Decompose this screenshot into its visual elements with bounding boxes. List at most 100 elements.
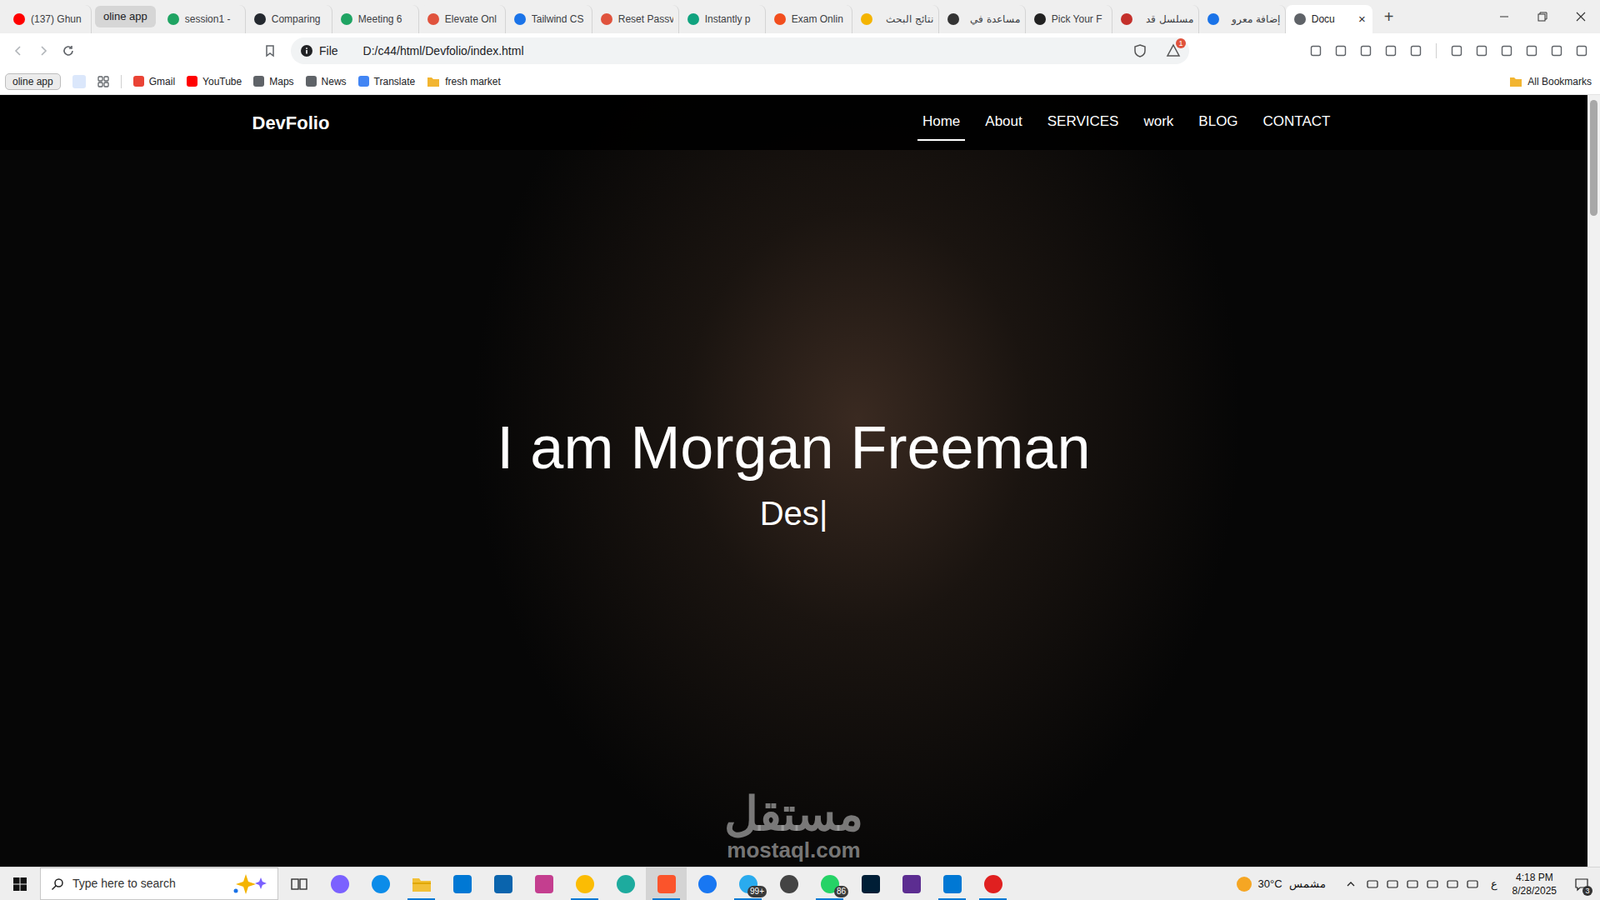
- taskbar-app[interactable]: [482, 867, 524, 900]
- show-hidden-icons-icon[interactable]: [1342, 879, 1360, 890]
- clock[interactable]: 4:18 PM8/28/2025: [1509, 870, 1560, 898]
- app-icon: [656, 874, 677, 895]
- taskbar-app[interactable]: [931, 867, 973, 900]
- bookmark-item[interactable]: Gmail: [133, 74, 175, 90]
- taskbar-app[interactable]: [605, 867, 646, 900]
- extension-icon[interactable]: [1354, 39, 1378, 63]
- network-icon[interactable]: [1385, 878, 1400, 890]
- brand-logo[interactable]: DevFolio: [252, 109, 330, 137]
- bookmark-item[interactable]: fresh market: [426, 74, 501, 90]
- browser-tab[interactable]: Elevate Onl: [419, 5, 506, 34]
- taskbar-app[interactable]: [523, 867, 565, 900]
- taskbar-app[interactable]: [360, 867, 401, 900]
- browser-tab[interactable]: Pick Your F: [1025, 5, 1113, 34]
- scrollbar-thumb[interactable]: [1590, 100, 1598, 216]
- bookmark-item[interactable]: Translate: [358, 74, 416, 90]
- favicon-icon: [860, 13, 873, 25]
- browser-tab[interactable]: Reset Passv: [592, 5, 680, 34]
- browser-tab[interactable]: إضافة معرو: [1199, 5, 1286, 34]
- wifi-icon[interactable]: [1425, 878, 1440, 890]
- start-windows-icon[interactable]: [0, 867, 40, 900]
- browser-tab[interactable]: (137) Ghun: [5, 5, 92, 34]
- tab-label: Meeting 6: [358, 11, 414, 27]
- forward-arrow-icon[interactable]: [31, 39, 55, 63]
- back-arrow-icon[interactable]: [6, 39, 30, 63]
- nav-link[interactable]: CONTACT: [1258, 104, 1336, 141]
- weather-temperature[interactable]: 30°C: [1258, 875, 1283, 893]
- app-badge: 99+: [747, 885, 767, 898]
- extension-icon[interactable]: [1329, 39, 1353, 63]
- notification-center-button[interactable]: 3: [1566, 867, 1597, 900]
- extension-icon[interactable]: [1495, 39, 1519, 63]
- bookmark-icon[interactable]: [258, 39, 282, 63]
- input-language[interactable]: ع: [1485, 875, 1503, 893]
- onedrive-icon[interactable]: [1405, 878, 1420, 890]
- bookmark-app-icon[interactable]: [72, 75, 86, 89]
- search-placeholder: Type here to search: [72, 875, 176, 893]
- hero-subtitle: Des|: [760, 495, 829, 532]
- browser-tab[interactable]: session1 -: [159, 5, 246, 34]
- browser-tab[interactable]: مسلسل قد: [1112, 5, 1200, 34]
- taskbar-app[interactable]: [441, 867, 483, 900]
- extension-icon[interactable]: [1404, 39, 1428, 63]
- address-bar[interactable]: FileD:/c44/html/Devfolio/index.html1: [290, 37, 1190, 65]
- browser-tab[interactable]: Exam Onlin: [765, 5, 853, 34]
- apps-grid-icon[interactable]: [97, 75, 110, 88]
- taskbar-app[interactable]: [972, 867, 1014, 900]
- taskbar-app[interactable]: [850, 867, 891, 900]
- nav-link[interactable]: SERVICES: [1042, 104, 1125, 141]
- extension-icon[interactable]: [1470, 39, 1494, 63]
- minimize-icon[interactable]: [1485, 0, 1524, 34]
- restore-icon[interactable]: [1523, 0, 1562, 34]
- extension-icon[interactable]: [1379, 39, 1403, 63]
- device-icon[interactable]: [1445, 878, 1460, 890]
- info-icon[interactable]: [300, 45, 313, 57]
- taskbar-app[interactable]: [645, 867, 687, 900]
- extension-icon[interactable]: [1545, 39, 1569, 63]
- tab-close-button[interactable]: ×: [1356, 10, 1368, 30]
- taskbar-app[interactable]: [890, 867, 932, 900]
- reload-icon[interactable]: [56, 39, 80, 63]
- taskbar-search[interactable]: Type here to search: [40, 867, 279, 900]
- scrollbar[interactable]: [1587, 95, 1600, 867]
- bookmark-item[interactable]: News: [305, 74, 347, 90]
- bookmark-item[interactable]: Maps: [253, 74, 294, 90]
- address-url[interactable]: D:/c44/html/Devfolio/index.html: [363, 42, 525, 60]
- extension-icon[interactable]: [1304, 39, 1328, 63]
- app-icon: [901, 874, 922, 895]
- taskbar-app[interactable]: [686, 867, 728, 900]
- battery-icon[interactable]: [1365, 878, 1380, 890]
- taskbar-app[interactable]: [400, 867, 442, 900]
- browser-tab[interactable]: Instantly p: [679, 5, 766, 34]
- new-tab-button[interactable]: +: [1372, 4, 1406, 30]
- weather-sun-icon[interactable]: [1236, 876, 1252, 892]
- bookmark-group[interactable]: oline app: [5, 73, 61, 90]
- volume-icon[interactable]: [1465, 878, 1480, 890]
- extension-icon[interactable]: [1445, 39, 1469, 63]
- browser-tab[interactable]: Comparing: [245, 5, 333, 34]
- taskbar-app[interactable]: [319, 867, 360, 900]
- all-bookmarks-button[interactable]: All Bookmarks: [1509, 74, 1592, 90]
- close-window-icon[interactable]: [1561, 0, 1600, 34]
- brave-shield-icon[interactable]: [1132, 43, 1148, 59]
- tab-group[interactable]: oline app: [95, 5, 156, 28]
- browser-tab[interactable]: Docu×: [1285, 5, 1373, 34]
- brave-rewards-button[interactable]: 1: [1165, 43, 1181, 59]
- bookmark-item[interactable]: YouTube: [186, 74, 242, 90]
- browser-tab[interactable]: نتائج البحث: [852, 5, 940, 34]
- extension-icon[interactable]: [1520, 39, 1544, 63]
- taskbar-app[interactable]: 99+: [727, 867, 769, 900]
- taskbar-app[interactable]: [768, 867, 810, 900]
- taskbar-app[interactable]: [564, 867, 605, 900]
- nav-link[interactable]: Home: [917, 104, 965, 141]
- nav-link[interactable]: About: [980, 104, 1027, 141]
- nav-link[interactable]: work: [1138, 104, 1179, 141]
- taskbar-app[interactable]: [278, 867, 320, 900]
- nav-link[interactable]: BLOG: [1193, 104, 1243, 141]
- browser-tab[interactable]: مساعدة في: [939, 5, 1026, 34]
- browser-tab[interactable]: Meeting 6: [332, 5, 420, 34]
- browser-tab[interactable]: Tailwind CS: [505, 5, 593, 34]
- weather-condition[interactable]: مشمس: [1289, 875, 1326, 893]
- extension-icon[interactable]: [1570, 39, 1594, 63]
- taskbar-app[interactable]: 86: [809, 867, 850, 900]
